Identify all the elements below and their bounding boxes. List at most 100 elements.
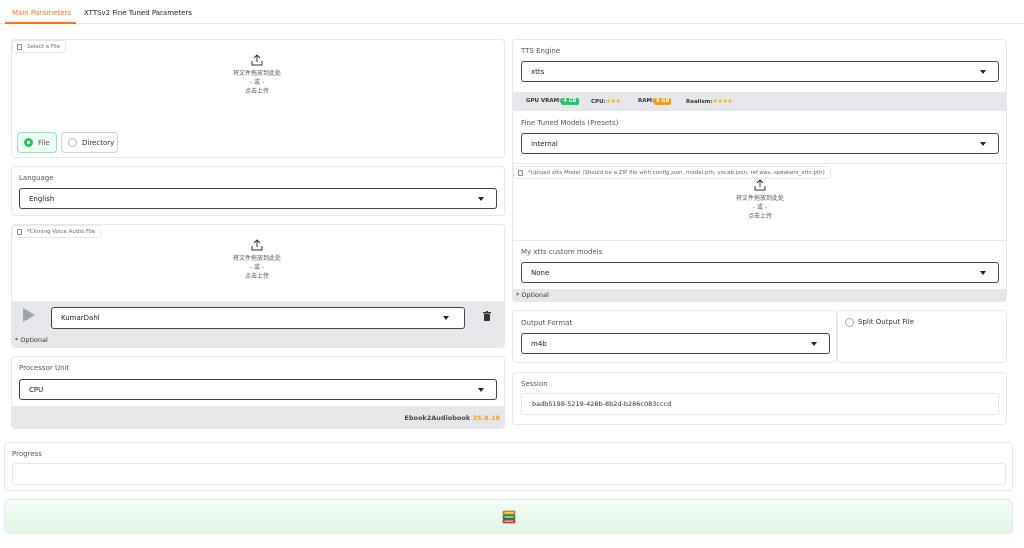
- file-icon: [17, 229, 22, 235]
- upload-or-text: - 或 -: [705, 203, 815, 212]
- radio-unchecked-icon: [68, 138, 77, 147]
- fine-tuned-dropdown[interactable]: internal: [521, 133, 999, 154]
- realism-label: Realism:: [686, 99, 713, 105]
- session-value: badb5198-5219-428b-8b2d-b286c083cccd: [532, 400, 671, 408]
- custom-models-optional-note: * Optional: [516, 291, 549, 299]
- fine-tuned-value: internal: [531, 140, 558, 148]
- ebook-file-panel: Select a File 将文件拖放到此处 - 或 - 点击上传 File D…: [11, 39, 505, 158]
- version-number: 25.8.18: [472, 414, 500, 422]
- upload-icon: [251, 239, 263, 251]
- processor-dropdown[interactable]: CPU: [19, 379, 497, 400]
- ram-stat: RAM:8 GB: [638, 98, 671, 105]
- radio-file[interactable]: File: [17, 132, 57, 153]
- voice-panel: *Cloning Voice Audio File 将文件拖放到此处 - 或 -…: [11, 224, 505, 348]
- upload-drop-text: 将文件拖放到此处: [202, 254, 312, 263]
- upload-or-text: - 或 -: [202, 263, 312, 272]
- footer-bar: Ebook2Audiobook 25.8.18: [12, 406, 505, 429]
- tts-engine-dropdown[interactable]: xtts: [521, 61, 999, 82]
- radio-directory[interactable]: Directory: [61, 132, 118, 153]
- language-panel: Language English: [11, 166, 505, 216]
- upload-click-text: 点击上传: [705, 212, 815, 221]
- tts-panel: TTS Engine xtts GPU VRAM:4 GB CPU:★★★ RA…: [512, 39, 1007, 302]
- gpu-vram-badge: 4 GB: [561, 98, 578, 105]
- session-label: Session: [521, 380, 548, 388]
- realism-stat: Realism:★★★★: [686, 98, 732, 105]
- active-tab-indicator: [5, 22, 76, 24]
- app-name: Ebook2Audiobook: [404, 414, 470, 422]
- trash-icon[interactable]: [483, 311, 491, 321]
- books-icon: [502, 510, 516, 524]
- language-dropdown[interactable]: English: [19, 188, 497, 209]
- custom-models-optional-bar: * Optional: [513, 289, 1007, 302]
- tab-main-parameters[interactable]: Main Parameters: [12, 9, 71, 17]
- upload-drop-text: 将文件拖放到此处: [705, 194, 815, 203]
- tts-engine-value: xtts: [531, 68, 544, 76]
- split-output-checkbox[interactable]: [845, 318, 854, 327]
- language-value: English: [29, 195, 54, 203]
- chevron-down-icon: [478, 388, 484, 392]
- upload-click-text: 点击上传: [202, 87, 312, 96]
- file-badge-label: Select a File: [27, 44, 60, 50]
- ebook-upload-dropzone[interactable]: 将文件拖放到此处 - 或 - 点击上传: [202, 54, 312, 96]
- gpu-vram-label: GPU VRAM:: [526, 98, 561, 104]
- voice-select-dropdown[interactable]: KumarDahl: [51, 307, 465, 329]
- chevron-down-icon: [980, 271, 986, 275]
- upload-icon: [754, 179, 766, 191]
- custom-models-label: My xtts custom models: [521, 248, 602, 256]
- fine-tuned-label: Fine Tuned Models (Presets): [521, 119, 618, 127]
- split-output-label: Split Output File: [858, 318, 914, 326]
- chevron-down-icon: [980, 70, 986, 74]
- app-version-text: Ebook2Audiobook 25.8.18: [404, 414, 500, 422]
- chevron-down-icon: [811, 342, 817, 346]
- output-format-dropdown[interactable]: m4b: [521, 333, 830, 354]
- custom-model-badge: *Upload xtts Model (Should be a ZIP file…: [513, 166, 831, 179]
- custom-model-dropzone[interactable]: 将文件拖放到此处 - 或 - 点击上传: [705, 179, 815, 221]
- tab-xtts-fine-tuned-parameters[interactable]: XTTSv2 Fine Tuned Parameters: [84, 9, 192, 17]
- progress-panel: Progress: [4, 442, 1013, 491]
- realism-stars: ★★★★: [713, 98, 733, 105]
- custom-models-value: None: [531, 269, 549, 277]
- custom-model-upload: *Upload xtts Model (Should be a ZIP file…: [513, 163, 1007, 241]
- ram-label: RAM:: [638, 98, 654, 104]
- tts-engine-label: TTS Engine: [521, 47, 560, 55]
- session-panel: Session badb5198-5219-428b-8b2d-b286c083…: [512, 372, 1007, 425]
- output-format-label: Output Format: [521, 319, 572, 327]
- voice-file-badge: *Cloning Voice Audio File: [12, 225, 101, 238]
- radio-directory-label: Directory: [82, 139, 114, 147]
- custom-model-badge-label: *Upload xtts Model (Should be a ZIP file…: [528, 170, 825, 176]
- progress-label: Progress: [12, 450, 42, 458]
- upload-drop-text: 将文件拖放到此处: [202, 69, 312, 78]
- tab-bar: Main Parameters XTTSv2 Fine Tuned Parame…: [0, 0, 1024, 24]
- upload-icon: [251, 54, 263, 66]
- play-icon[interactable]: [23, 308, 35, 322]
- file-icon: [17, 44, 22, 50]
- cpu-label: CPU:: [591, 99, 606, 105]
- convert-button[interactable]: [4, 499, 1013, 534]
- engine-stats-bar: GPU VRAM:4 GB CPU:★★★ RAM:8 GB Realism:★…: [513, 92, 1007, 111]
- cpu-stat: CPU:★★★: [591, 98, 620, 105]
- upload-or-text: - 或 -: [202, 78, 312, 87]
- voice-select-value: KumarDahl: [61, 314, 100, 322]
- radio-file-label: File: [38, 139, 50, 147]
- processor-panel: Processor Unit CPU Ebook2Audiobook 25.8.…: [11, 356, 505, 429]
- file-icon: [518, 170, 523, 176]
- voice-badge-label: *Cloning Voice Audio File: [27, 229, 95, 235]
- voice-upload-dropzone[interactable]: 将文件拖放到此处 - 或 - 点击上传: [202, 239, 312, 281]
- upload-click-text: 点击上传: [202, 272, 312, 281]
- chevron-down-icon: [443, 316, 449, 320]
- custom-models-dropdown[interactable]: None: [521, 262, 999, 283]
- gpu-vram-stat: GPU VRAM:4 GB: [526, 98, 579, 105]
- processor-label: Processor Unit: [19, 364, 69, 372]
- language-label: Language: [19, 174, 54, 182]
- output-format-value: m4b: [531, 340, 547, 348]
- voice-player-bar: KumarDahl * Optional: [12, 301, 505, 348]
- processor-value: CPU: [29, 386, 43, 394]
- chevron-down-icon: [478, 197, 484, 201]
- cpu-stars: ★★★: [606, 98, 621, 105]
- voice-optional-note: * Optional: [15, 336, 48, 344]
- ram-badge: 8 GB: [654, 98, 671, 105]
- session-input[interactable]: badb5198-5219-428b-8b2d-b286c083cccd: [521, 393, 999, 415]
- file-badge: Select a File: [12, 40, 66, 53]
- progress-textbox[interactable]: [12, 463, 1006, 485]
- chevron-down-icon: [980, 142, 986, 146]
